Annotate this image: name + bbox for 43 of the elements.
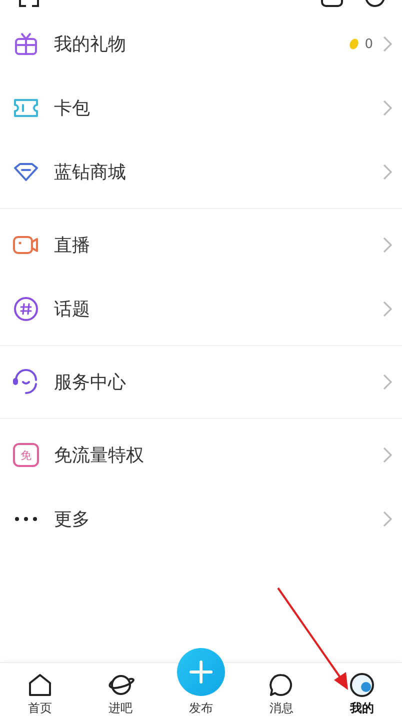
tab-item[interactable]: 进吧 (88, 672, 153, 717)
publish-button-icon (176, 648, 225, 696)
tab-item[interactable]: 发布 (168, 648, 233, 717)
ticket-icon (12, 97, 40, 119)
coin-icon (348, 38, 359, 50)
menu-row[interactable]: 卡包 (0, 76, 402, 140)
menu-row[interactable]: 话题 (0, 277, 402, 341)
tab-item[interactable]: 首页 (8, 672, 72, 717)
more-icon (14, 516, 38, 522)
menu-label: 直播 (54, 234, 91, 257)
menu-label: 免流量特权 (54, 444, 145, 467)
menu-label: 服务中心 (54, 371, 127, 394)
chevron-right-icon (383, 164, 392, 180)
menu-row[interactable]: 直播 (0, 213, 402, 277)
menu-label: 话题 (54, 298, 91, 321)
free-icon: 免 (13, 443, 39, 467)
headset-icon (12, 368, 40, 396)
gift-icon (13, 31, 39, 57)
video-camera-icon (12, 234, 40, 256)
tab-item[interactable]: 消息 (249, 672, 314, 717)
chevron-right-icon (383, 100, 392, 116)
hashtag-icon (13, 296, 39, 322)
chevron-right-icon (383, 237, 392, 253)
menu-label: 我的礼物 (54, 33, 127, 56)
home-icon (27, 672, 54, 698)
planet-icon (106, 672, 136, 698)
menu-row[interactable]: 服务中心 (0, 350, 402, 414)
chevron-right-icon (383, 447, 392, 463)
menu-row[interactable]: 我的礼物 0 (0, 12, 402, 76)
menu-label: 更多 (54, 508, 91, 531)
menu-row[interactable]: 蓝钻商城 (0, 140, 402, 204)
avatar-icon (348, 672, 376, 698)
chat-bubble-icon (268, 672, 294, 698)
menu-row[interactable]: 更多 (0, 487, 402, 551)
chevron-right-icon (383, 511, 392, 527)
gift-count: 0 (364, 36, 373, 52)
menu-row[interactable]: 免 免流量特权 (0, 423, 402, 487)
menu-label: 蓝钻商城 (54, 161, 127, 184)
chevron-right-icon (383, 374, 392, 390)
chevron-right-icon (383, 36, 392, 52)
diamond-icon (12, 161, 40, 183)
menu-label: 卡包 (54, 97, 91, 120)
chevron-right-icon (383, 301, 392, 317)
